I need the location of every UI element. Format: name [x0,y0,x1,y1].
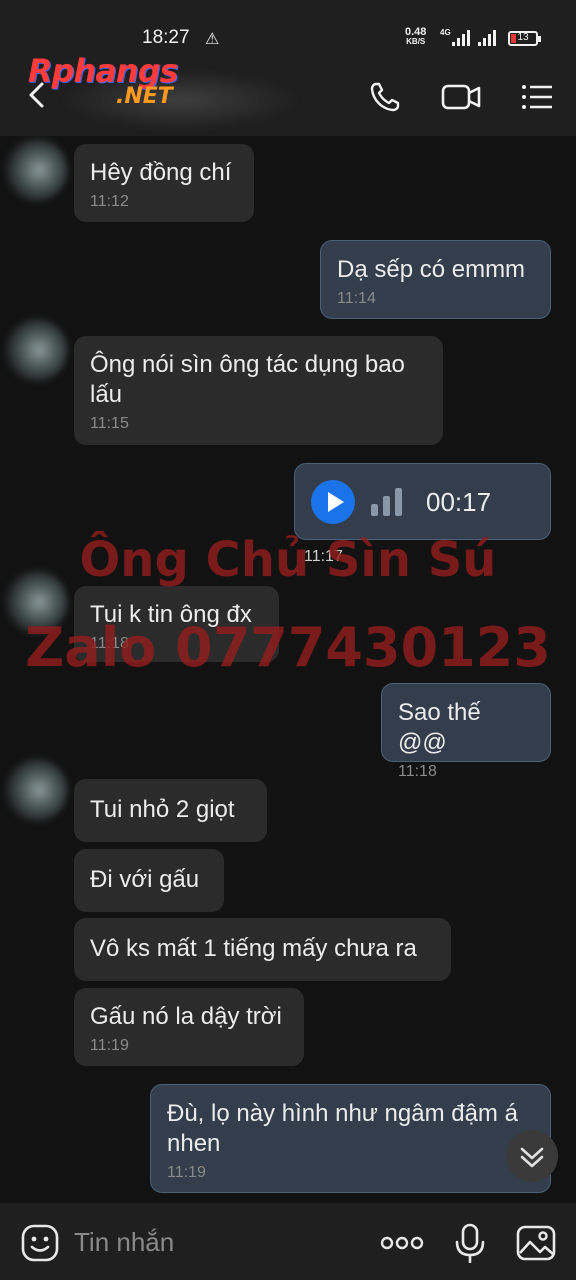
message-time: 11:12 [90,193,129,210]
battery-icon: 13 [508,31,541,46]
message-text: Dạ sếp có emmm [337,256,526,283]
emoji-icon[interactable] [20,1223,60,1263]
avatar[interactable] [4,758,68,822]
message-text: Sao thế @@ [398,699,481,756]
message-bubble[interactable]: Gấu nó la dậy trời 11:19 [74,988,304,1066]
message-bubble[interactable]: Đù, lọ này hình như ngâm đậm á nhen 11:1… [150,1084,551,1193]
status-time: 18:27 [142,27,190,48]
message-text: Hêy đồng chí [90,159,232,186]
message-text: Tui k tin ông đx [90,601,252,628]
voice-duration: 00:17 [426,486,492,517]
video-call-icon[interactable] [440,80,482,114]
chat-header: Rphangs .NET [0,52,576,136]
battery-level: 13 [517,32,529,43]
signal-icon [452,30,470,46]
logo-sub-text: .NET [116,84,173,109]
message-time: 11:19 [90,1037,129,1054]
avatar[interactable] [4,138,68,202]
message-text: Ông nói sìn ông tác dụng bao lấu [90,351,405,408]
message-bubble[interactable]: Đi với gấu [74,849,224,912]
message-input[interactable]: Tin nhắn [74,1227,174,1258]
microphone-icon[interactable] [450,1223,490,1263]
message-text: Gấu nó la dậy trời [90,1003,282,1030]
message-time: 11:19 [167,1164,206,1181]
message-bubble[interactable]: Ông nói sìn ông tác dụng bao lấu 11:15 [74,336,443,445]
message-bubble[interactable]: Tui nhỏ 2 giọt [74,779,267,842]
message-time: 11:15 [90,415,129,432]
message-bubble[interactable]: Dạ sếp có emmm 11:14 [320,240,551,319]
avatar[interactable] [4,570,68,634]
signal-icon-sim2 [478,30,496,46]
message-time: 11:17 [304,548,343,565]
voice-message-bubble[interactable]: 00:17 [294,463,551,540]
menu-list-icon[interactable] [520,80,554,114]
message-bubble[interactable]: Vô ks mất 1 tiếng mấy chưa ra [74,918,451,981]
audio-waveform-icon [371,487,402,516]
message-text: Vô ks mất 1 tiếng mấy chưa ra [90,935,417,962]
message-bubble[interactable]: Tui k tin ông đx 11:18 [74,586,279,662]
message-bubble[interactable]: Sao thế @@ 11:18 [381,683,551,780]
site-logo: Rphangs .NET [28,52,208,112]
network-speed-unit: KB/S [406,37,426,46]
message-text: Tui nhỏ 2 giọt [90,796,235,823]
message-bubble[interactable]: Hêy đồng chí 11:12 [74,144,254,222]
message-text: Đù, lọ này hình như ngâm đậm á nhen [167,1100,518,1157]
chat-area[interactable]: Hêy đồng chí 11:12 Dạ sếp có emmm 11:14 … [0,136,576,1203]
phone-icon[interactable] [368,80,402,114]
more-dots-icon[interactable] [380,1223,424,1263]
network-speed: 0.48 KB/S [405,27,426,47]
watermark-line-1: Ông Chủ Sìn Sú [79,532,497,588]
warning-icon: ⚠ [205,31,220,48]
message-time: 11:18 [398,763,437,780]
scroll-down-button[interactable] [506,1130,558,1182]
avatar[interactable] [4,318,68,382]
play-button[interactable] [311,479,355,524]
message-time: 11:18 [90,635,129,652]
message-input-bar: Tin nhắn [0,1203,576,1280]
message-time: 11:14 [337,290,376,307]
gallery-icon[interactable] [516,1223,556,1263]
network-type: 4G [440,28,451,37]
message-text: Đi với gấu [90,866,200,893]
